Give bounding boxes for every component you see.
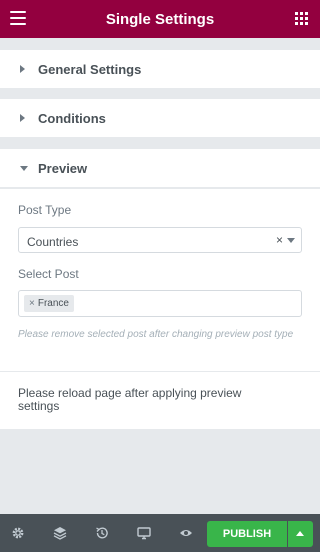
preview-note: Please remove selected post after changi… bbox=[18, 329, 294, 340]
grid-icon[interactable] bbox=[295, 12, 308, 25]
caret-right-icon bbox=[20, 114, 25, 122]
gear-icon[interactable] bbox=[11, 526, 25, 540]
tag-label: France bbox=[37, 298, 69, 309]
selected-tag: × France bbox=[24, 295, 74, 312]
history-icon[interactable] bbox=[95, 526, 109, 540]
publish-button[interactable]: PUBLISH bbox=[207, 521, 287, 547]
section-label: General Settings bbox=[38, 61, 142, 77]
remove-tag-icon[interactable]: × bbox=[29, 298, 35, 309]
select-post-input[interactable]: × France bbox=[18, 290, 302, 317]
publish-options-button[interactable] bbox=[288, 521, 313, 547]
post-type-value: Countries bbox=[27, 235, 79, 249]
caret-right-icon bbox=[20, 65, 25, 73]
page-title: Single Settings bbox=[105, 10, 215, 28]
section-preview[interactable]: Preview bbox=[0, 149, 320, 187]
reload-note: Please reload page after applying previe… bbox=[18, 386, 242, 413]
layers-icon[interactable] bbox=[53, 526, 67, 540]
hamburger-icon[interactable] bbox=[10, 11, 26, 25]
divider bbox=[0, 371, 320, 372]
caret-down-icon bbox=[20, 165, 28, 171]
section-conditions[interactable]: Conditions bbox=[0, 99, 320, 137]
section-label: Conditions bbox=[38, 110, 106, 126]
post-type-select[interactable]: Countries × bbox=[18, 227, 302, 253]
app-header: Single Settings bbox=[0, 0, 320, 38]
chevron-down-icon bbox=[287, 238, 295, 243]
eye-icon[interactable] bbox=[179, 526, 193, 540]
section-general-settings[interactable]: General Settings bbox=[0, 50, 320, 88]
desktop-icon[interactable] bbox=[137, 526, 151, 540]
select-post-label: Select Post bbox=[18, 267, 79, 281]
clear-icon[interactable]: × bbox=[276, 233, 283, 247]
caret-up-icon bbox=[296, 531, 304, 536]
post-type-label: Post Type bbox=[18, 203, 72, 217]
section-label: Preview bbox=[38, 160, 88, 176]
